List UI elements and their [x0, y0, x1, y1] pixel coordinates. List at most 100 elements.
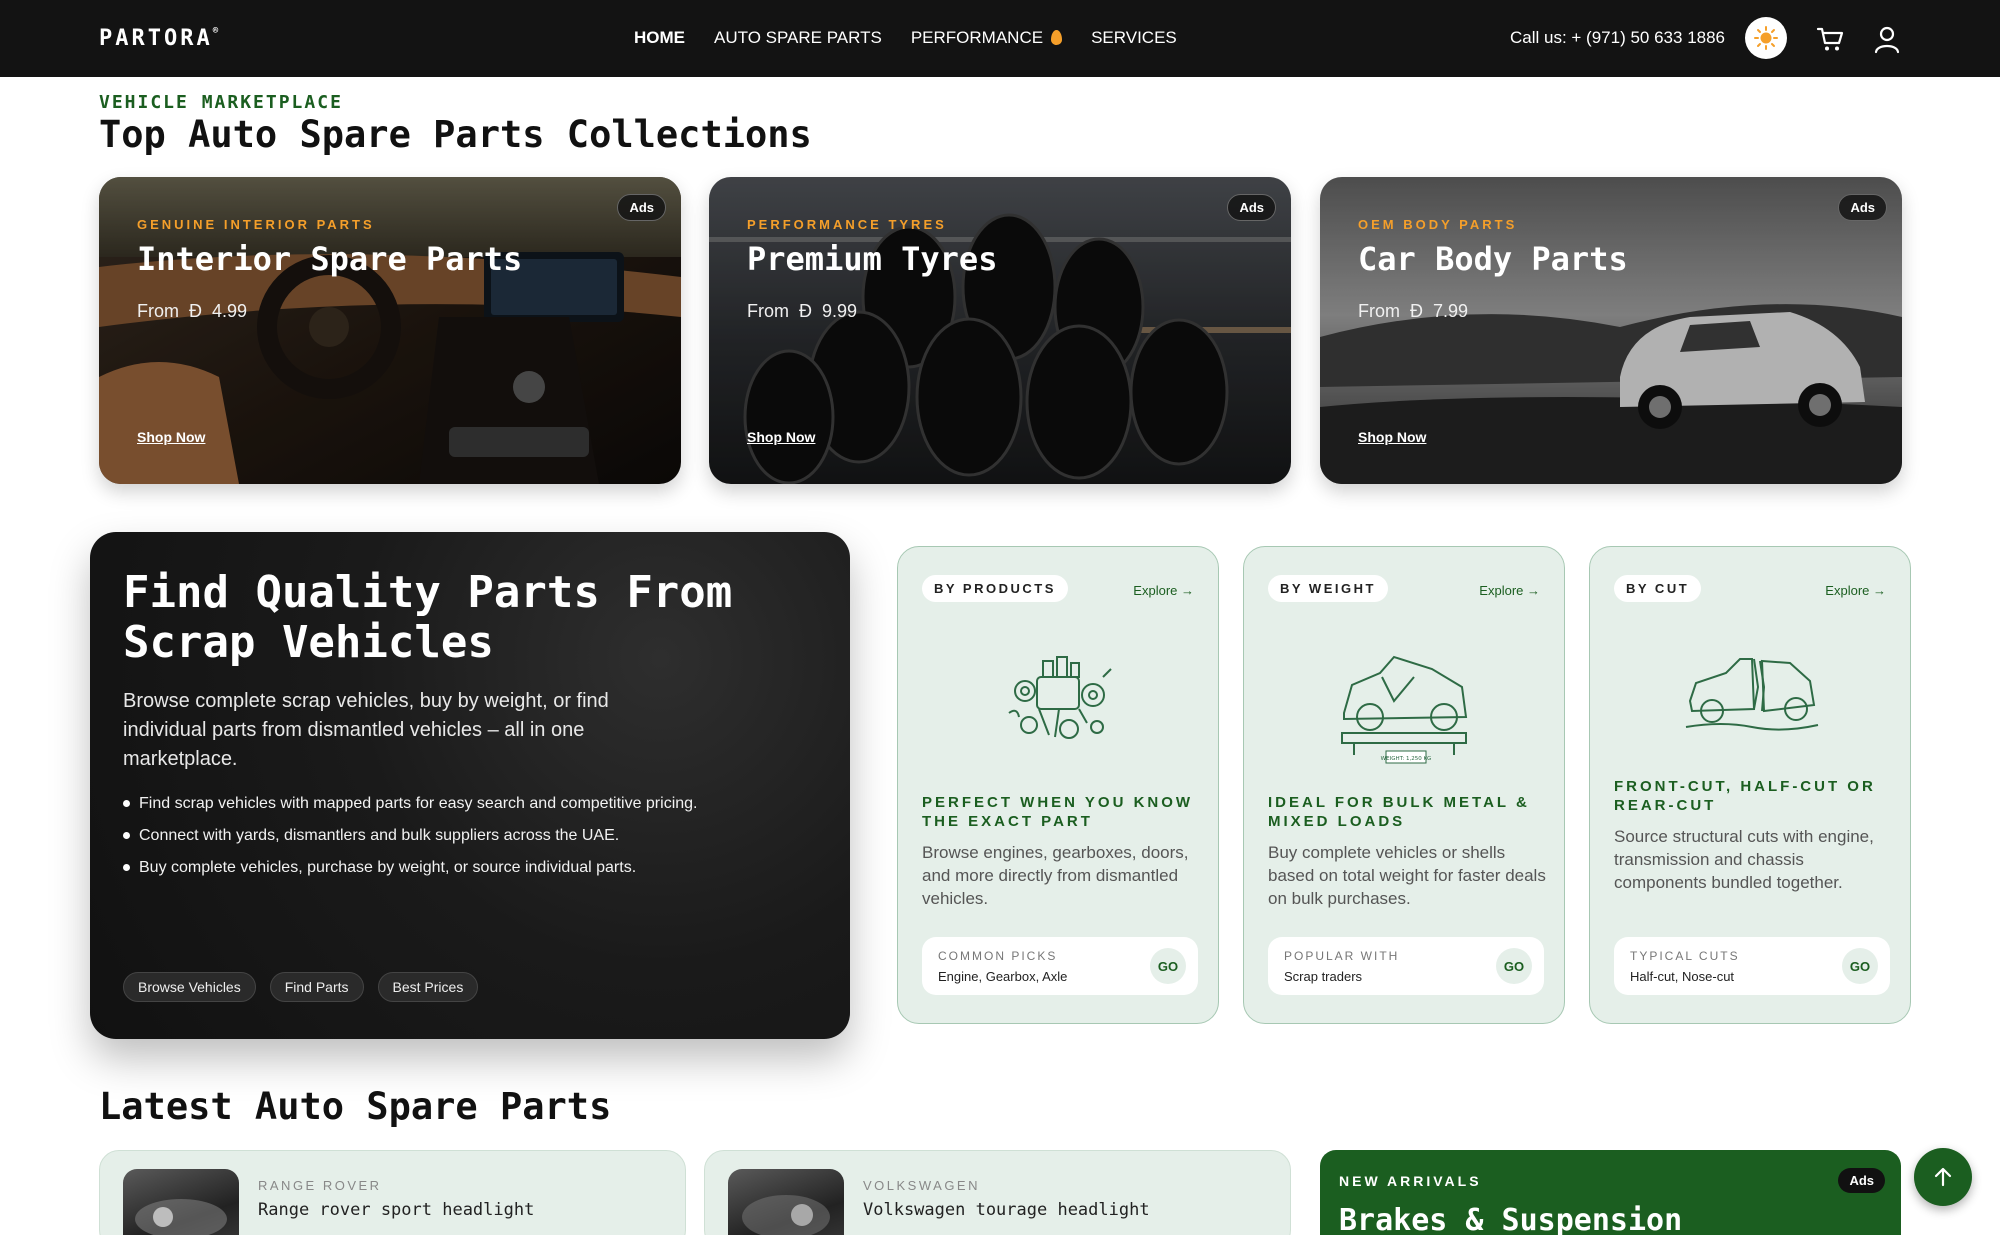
promo-title: Brakes & Suspension [1339, 1203, 1683, 1235]
scale-weight-label: WEIGHT: 1,250 KG [1381, 756, 1432, 762]
user-icon[interactable] [1872, 24, 1902, 54]
tag-best-prices[interactable]: Best Prices [377, 972, 479, 1002]
call-us[interactable]: Call us: + (971) 50 633 1886 [1510, 28, 1725, 48]
category-heading: IDEAL FOR BULK METAL & MIXED LOADS [1268, 794, 1530, 830]
price-prefix: From [1358, 301, 1400, 321]
section-eyebrow: VEHICLE MARKETPLACE [99, 92, 343, 113]
latest-item-card[interactable]: RANGE ROVER Range rover sport headlight [99, 1150, 686, 1235]
cut-car-icon [1685, 658, 1819, 731]
dirham-currency-icon: Ð [189, 301, 203, 321]
engine-parts-icon [1008, 656, 1112, 739]
category-card-by-products[interactable]: BY PRODUCTS Explore → PERFECT WHEN YOU K… [897, 546, 1219, 1024]
top-navbar: PARTORA® HOME AUTO SPARE PARTS PERFORMAN… [0, 0, 2000, 77]
scroll-to-top-button[interactable] [1914, 1148, 1972, 1206]
explore-link[interactable]: Explore → [1479, 583, 1540, 598]
card-price: From Ð 4.99 [137, 301, 247, 322]
section-title: Top Auto Spare Parts Collections [99, 113, 812, 156]
product-name[interactable]: Range rover sport headlight [258, 1200, 534, 1220]
explore-link[interactable]: Explore → [1825, 583, 1886, 598]
nav-performance[interactable]: PERFORMANCE [910, 28, 1063, 48]
hero-bullet: Connect with yards, dismantlers and bulk… [123, 827, 697, 845]
dirham-currency-icon: Ð [799, 301, 813, 321]
hero-title: Find Quality Parts From Scrap Vehicles [123, 567, 733, 668]
registered-mark: ® [212, 26, 219, 36]
card-kicker: OEM BODY PARTS [1358, 217, 1518, 232]
scrap-vehicles-hero: Find Quality Parts From Scrap Vehicles B… [90, 532, 850, 1039]
hero-bullets: Find scrap vehicles with mapped parts fo… [123, 795, 697, 891]
hero-lead: Browse complete scrap vehicles, buy by w… [123, 690, 609, 770]
category-card-by-weight[interactable]: BY WEIGHT Explore → WEIGHT: 1,250 KG IDE… [1243, 546, 1565, 1024]
go-button[interactable]: GO [1496, 948, 1532, 984]
go-button[interactable]: GO [1842, 948, 1878, 984]
latest-section-title: Latest Auto Spare Parts [99, 1085, 612, 1128]
card-kicker: PERFORMANCE TYRES [747, 217, 947, 232]
collection-card-body-parts[interactable]: Ads OEM BODY PARTS Car Body Parts From Ð… [1320, 177, 1902, 484]
hero-tags: Browse Vehicles Find Parts Best Prices [123, 972, 479, 1002]
shop-now-link[interactable]: Shop Now [1358, 429, 1426, 445]
theme-toggle-button[interactable] [1745, 17, 1787, 59]
footer-value: Engine, Gearbox, Axle [938, 969, 1068, 984]
go-button[interactable]: GO [1150, 948, 1186, 984]
explore-link[interactable]: Explore → [1133, 583, 1194, 598]
flame-icon [1051, 30, 1063, 45]
cart-icon[interactable] [1815, 24, 1845, 54]
price-value: 9.99 [822, 301, 858, 321]
card-price: From Ð 7.99 [1358, 301, 1468, 322]
ads-badge: Ads [617, 194, 666, 221]
dirham-currency-icon: Ð [1410, 301, 1424, 321]
sun-icon [1754, 26, 1778, 50]
nav-auto-spare-parts[interactable]: AUTO SPARE PARTS [714, 28, 882, 48]
card-title: Premium Tyres [747, 240, 998, 278]
category-description: Source structural cuts with engine, tran… [1614, 827, 1874, 892]
ads-badge: Ads [1838, 194, 1887, 221]
category-card-by-cut[interactable]: BY CUT Explore → FRONT-CUT, HALF-CUT OR … [1589, 546, 1911, 1024]
new-arrivals-promo[interactable]: NEW ARRIVALS Ads Brakes & Suspension [1320, 1150, 1901, 1235]
category-footer: TYPICAL CUTS Half-cut, Nose-cut GO [1614, 937, 1890, 995]
footer-label: COMMON PICKS [938, 949, 1058, 963]
main-nav: HOME AUTO SPARE PARTS PERFORMANCE SERVIC… [634, 28, 1177, 48]
logo-text: PARTORA [99, 26, 213, 51]
category-description: Browse engines, gearboxes, doors, and mo… [922, 843, 1189, 908]
promo-kicker: NEW ARRIVALS [1339, 1173, 1482, 1189]
product-name[interactable]: Volkswagen tourage headlight [863, 1200, 1150, 1220]
tag-find-parts[interactable]: Find Parts [269, 972, 364, 1002]
tag-browse-vehicles[interactable]: Browse Vehicles [123, 972, 256, 1002]
card-price: From Ð 9.99 [747, 301, 857, 322]
product-brand: RANGE ROVER [258, 1178, 382, 1193]
category-pill: BY CUT [1614, 575, 1702, 602]
ads-badge: Ads [1838, 1168, 1885, 1193]
price-prefix: From [747, 301, 789, 321]
card-title: Interior Spare Parts [137, 240, 523, 278]
footer-label: POPULAR WITH [1284, 949, 1400, 963]
price-value: 4.99 [212, 301, 248, 321]
footer-value: Scrap traders [1284, 969, 1363, 984]
category-heading: PERFECT WHEN YOU KNOW THE EXACT PART [922, 794, 1194, 830]
category-heading: FRONT-CUT, HALF-CUT OR REAR-CUT [1614, 778, 1876, 814]
product-brand: VOLKSWAGEN [863, 1178, 980, 1193]
product-thumbnail [123, 1169, 239, 1235]
price-prefix: From [137, 301, 179, 321]
nav-home[interactable]: HOME [634, 28, 685, 48]
hero-bullet: Buy complete vehicles, purchase by weigh… [123, 859, 697, 877]
card-kicker: GENUINE INTERIOR PARTS [137, 217, 375, 232]
shop-now-link[interactable]: Shop Now [747, 429, 815, 445]
product-thumbnail [728, 1169, 844, 1235]
category-footer: POPULAR WITH Scrap traders GO [1268, 937, 1544, 995]
card-title: Car Body Parts [1358, 240, 1628, 278]
price-value: 7.99 [1433, 301, 1469, 321]
latest-item-card[interactable]: VOLKSWAGEN Volkswagen tourage headlight [704, 1150, 1291, 1235]
category-description: Buy complete vehicles or shells based on… [1268, 843, 1546, 908]
nav-services[interactable]: SERVICES [1091, 28, 1177, 48]
ads-badge: Ads [1227, 194, 1276, 221]
site-logo[interactable]: PARTORA® [99, 26, 218, 51]
collection-card-interior[interactable]: Ads GENUINE INTERIOR PARTS Interior Spar… [99, 177, 681, 484]
footer-value: Half-cut, Nose-cut [1630, 969, 1735, 984]
category-pill: BY WEIGHT [1268, 575, 1388, 602]
category-footer: COMMON PICKS Engine, Gearbox, Axle GO [922, 937, 1198, 995]
category-pill: BY PRODUCTS [922, 575, 1068, 602]
footer-label: TYPICAL CUTS [1630, 949, 1740, 963]
shop-now-link[interactable]: Shop Now [137, 429, 205, 445]
nav-performance-label: PERFORMANCE [910, 28, 1044, 47]
car-on-scale-icon: WEIGHT: 1,250 KG [1341, 655, 1468, 764]
collection-card-tyres[interactable]: Ads PERFORMANCE TYRES Premium Tyres From… [709, 177, 1291, 484]
